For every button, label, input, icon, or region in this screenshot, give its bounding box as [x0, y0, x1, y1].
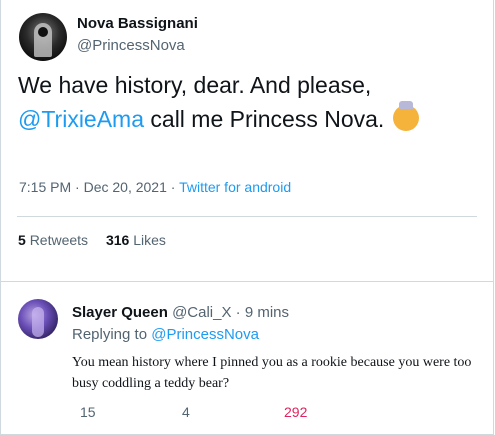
tweet-text: We have history, dear. And please, @Trix…: [18, 68, 478, 136]
reply-retweets-count[interactable]: 4: [182, 404, 190, 420]
retweets-count: 5: [18, 232, 26, 248]
author-handle[interactable]: @PrincessNova: [77, 37, 185, 54]
tweet-text-part2: call me Princess Nova.: [144, 106, 385, 132]
tweet-timestamp[interactable]: 7:15 PM · Dec 20, 2021 ·: [19, 179, 179, 195]
reply-text: You mean history where I pinned you as a…: [72, 355, 472, 391]
tweet-source-link[interactable]: Twitter for android: [179, 179, 291, 195]
author-avatar[interactable]: [19, 13, 67, 61]
tweet-text-part1: We have history, dear. And please,: [18, 72, 372, 98]
likes-label: Likes: [133, 232, 166, 248]
likes-stat[interactable]: 316 Likes: [106, 232, 166, 248]
reply-replies-count[interactable]: 15: [80, 404, 96, 420]
author-name[interactable]: Nova Bassignani: [77, 15, 198, 32]
replying-to-label: Replying to: [72, 326, 152, 343]
reply-header: Slayer Queen @Cali_X · 9 mins: [72, 304, 289, 321]
reply-author-name[interactable]: Slayer Queen: [72, 304, 168, 321]
divider: [17, 216, 477, 217]
avatar-figure-head: [38, 27, 48, 37]
reply-author-handle[interactable]: @Cali_X: [172, 304, 231, 321]
retweets-label: Retweets: [29, 232, 89, 248]
replying-to-mention-link[interactable]: @PrincessNova: [151, 326, 259, 343]
tweet-card: Nova Bassignani @PrincessNova We have hi…: [0, 0, 494, 435]
tweet-meta: 7:15 PM · Dec 20, 2021 · Twitter for and…: [19, 179, 291, 195]
tweet-stats: 5 Retweets 316 Likes: [18, 232, 166, 248]
reply-author-avatar[interactable]: [18, 299, 58, 339]
section-divider: [1, 281, 493, 282]
reply-time[interactable]: · 9 mins: [236, 304, 289, 321]
likes-count: 316: [105, 232, 130, 248]
retweets-stat[interactable]: 5 Retweets: [18, 232, 88, 248]
tweet-mention-link[interactable]: @TrixieAma: [18, 106, 144, 132]
avatar-figure: [32, 307, 44, 337]
replying-to: Replying to @PrincessNova: [72, 326, 259, 343]
princess-emoji-icon: [392, 101, 419, 131]
reply-likes-count[interactable]: 292: [284, 404, 307, 420]
